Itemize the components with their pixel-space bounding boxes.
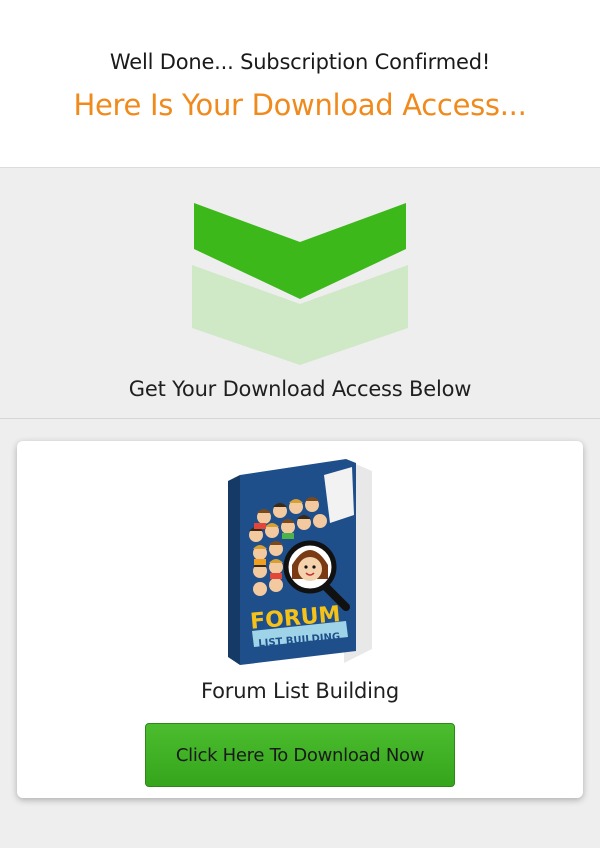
download-button[interactable]: Click Here To Download Now (145, 723, 455, 787)
confirmation-header: Well Done... Subscription Confirmed! Her… (0, 0, 600, 168)
product-card: FORUM LIST BUILDING Forum List Building … (17, 441, 583, 798)
chevron-down-icon (192, 203, 408, 365)
book-spine (228, 475, 240, 665)
page-title: Here Is Your Download Access... (73, 88, 527, 122)
download-caption: Get Your Download Access Below (128, 377, 472, 401)
product-name: Forum List Building (200, 679, 400, 703)
confirmation-subtitle: Well Done... Subscription Confirmed! (109, 50, 491, 74)
download-arrow-section: Get Your Download Access Below (0, 169, 600, 419)
ebook-cover-image: FORUM LIST BUILDING (228, 459, 372, 665)
